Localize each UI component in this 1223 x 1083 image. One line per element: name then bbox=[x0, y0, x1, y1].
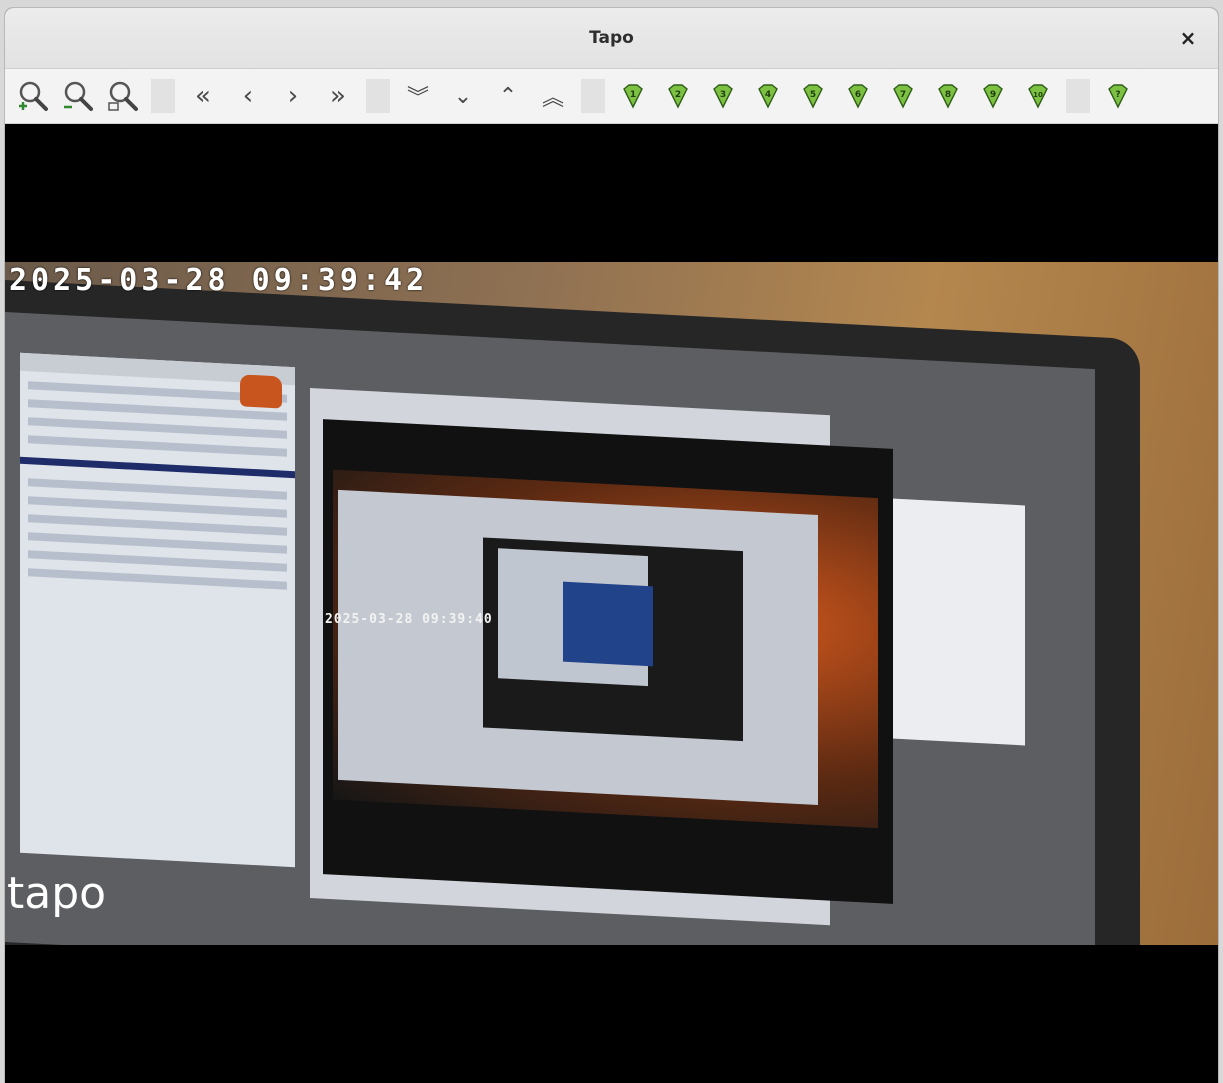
preset-gem-icon: 10 bbox=[1028, 84, 1048, 109]
preset-7-button[interactable]: 7 bbox=[883, 76, 923, 116]
preset-2-button[interactable]: 2 bbox=[658, 76, 698, 116]
preset-gem-icon: 6 bbox=[848, 84, 868, 109]
preset-number: 7 bbox=[900, 90, 906, 100]
double-down-icon: ︾ bbox=[406, 86, 429, 111]
preset-number: 10 bbox=[1033, 91, 1043, 99]
preset-gem-icon: 2 bbox=[668, 84, 688, 109]
previous-icon: ‹ bbox=[242, 81, 254, 111]
video-timestamp: 2025-03-28 09:39:42 bbox=[9, 263, 429, 298]
preset-number: 6 bbox=[855, 90, 861, 100]
preset-number: 3 bbox=[720, 90, 726, 100]
recursive-video bbox=[323, 419, 893, 904]
down-button[interactable]: ⌄ bbox=[443, 76, 483, 116]
preset-number: 2 bbox=[675, 90, 681, 100]
title-bar: Tapo × bbox=[5, 8, 1218, 69]
close-button[interactable]: × bbox=[1176, 26, 1200, 50]
preset-6-button[interactable]: 6 bbox=[838, 76, 878, 116]
preset-group: 1 2 3 4 5 6 7 8 9 10 bbox=[613, 76, 1063, 116]
toolbar-separator bbox=[366, 79, 390, 113]
toolbar: « ‹ › » ︾ ⌄ ⌃ ︽ 1 2 3 4 5 6 7 8 9 10 ? bbox=[5, 69, 1218, 124]
preset-number: 9 bbox=[990, 90, 996, 100]
last-button[interactable]: » bbox=[318, 76, 358, 116]
preset-gem-icon: 1 bbox=[623, 84, 643, 109]
close-icon: × bbox=[1179, 26, 1197, 50]
preset-10-button[interactable]: 10 bbox=[1018, 76, 1058, 116]
preset-3-button[interactable]: 3 bbox=[703, 76, 743, 116]
zoom-fit-button[interactable] bbox=[103, 76, 143, 116]
owl-icon bbox=[240, 374, 282, 409]
preset-gem-icon: 9 bbox=[983, 84, 1003, 109]
svg-text:?: ? bbox=[1115, 90, 1120, 100]
up-icon: ⌃ bbox=[498, 83, 518, 109]
first-icon: « bbox=[195, 81, 211, 111]
preset-number: 4 bbox=[765, 90, 771, 100]
preset-number: 1 bbox=[630, 90, 636, 100]
zoom-out-icon bbox=[64, 81, 93, 111]
file-browser-window bbox=[20, 352, 295, 868]
preset-8-button[interactable]: 8 bbox=[928, 76, 968, 116]
first-button[interactable]: « bbox=[183, 76, 223, 116]
zoom-out-button[interactable] bbox=[58, 76, 98, 116]
last-icon: » bbox=[330, 81, 346, 111]
toolbar-separator bbox=[581, 79, 605, 113]
tapo-logo: tapo bbox=[7, 868, 107, 919]
preset-1-button[interactable]: 1 bbox=[613, 76, 653, 116]
inner-timestamp: 2025-03-28 09:39:40 bbox=[325, 612, 493, 627]
preset-4-button[interactable]: 4 bbox=[748, 76, 788, 116]
preset-extra-button[interactable]: ? bbox=[1098, 76, 1138, 116]
preset-5-button[interactable]: 5 bbox=[793, 76, 833, 116]
zoom-in-button[interactable] bbox=[13, 76, 53, 116]
tapo-window: Tapo × « ‹ › » ︾ ⌄ ⌃ ︽ 1 2 3 4 5 6 7 8 9… bbox=[5, 8, 1218, 1083]
window-title: Tapo bbox=[589, 28, 634, 48]
zoom-fit-icon bbox=[108, 81, 138, 111]
video-area[interactable]: 2025-03-28 09:39:40 2025-03-28 09:39:42 … bbox=[5, 124, 1218, 1083]
preset-gem-icon: 4 bbox=[758, 84, 778, 109]
preset-gem-icon: 8 bbox=[938, 84, 958, 109]
up-button[interactable]: ⌃ bbox=[488, 76, 528, 116]
preset-gem-icon: 3 bbox=[713, 84, 733, 109]
camera-frame: 2025-03-28 09:39:40 2025-03-28 09:39:42 … bbox=[5, 262, 1218, 945]
preset-9-button[interactable]: 9 bbox=[973, 76, 1013, 116]
down-icon: ⌄ bbox=[453, 83, 473, 109]
zoom-in-icon bbox=[19, 81, 48, 111]
toolbar-separator bbox=[151, 79, 175, 113]
preset-number: 8 bbox=[945, 90, 951, 100]
preset-help-icon: ? bbox=[1108, 84, 1128, 109]
double-up-icon: ︽ bbox=[541, 86, 564, 111]
double-up-button[interactable]: ︽ bbox=[533, 76, 573, 116]
double-down-button[interactable]: ︾ bbox=[398, 76, 438, 116]
previous-button[interactable]: ‹ bbox=[228, 76, 268, 116]
preset-number: 5 bbox=[810, 90, 816, 100]
next-icon: › bbox=[287, 81, 299, 111]
preset-gem-icon: 5 bbox=[803, 84, 823, 109]
next-button[interactable]: › bbox=[273, 76, 313, 116]
toolbar-separator bbox=[1066, 79, 1090, 113]
preset-gem-icon: 7 bbox=[893, 84, 913, 109]
